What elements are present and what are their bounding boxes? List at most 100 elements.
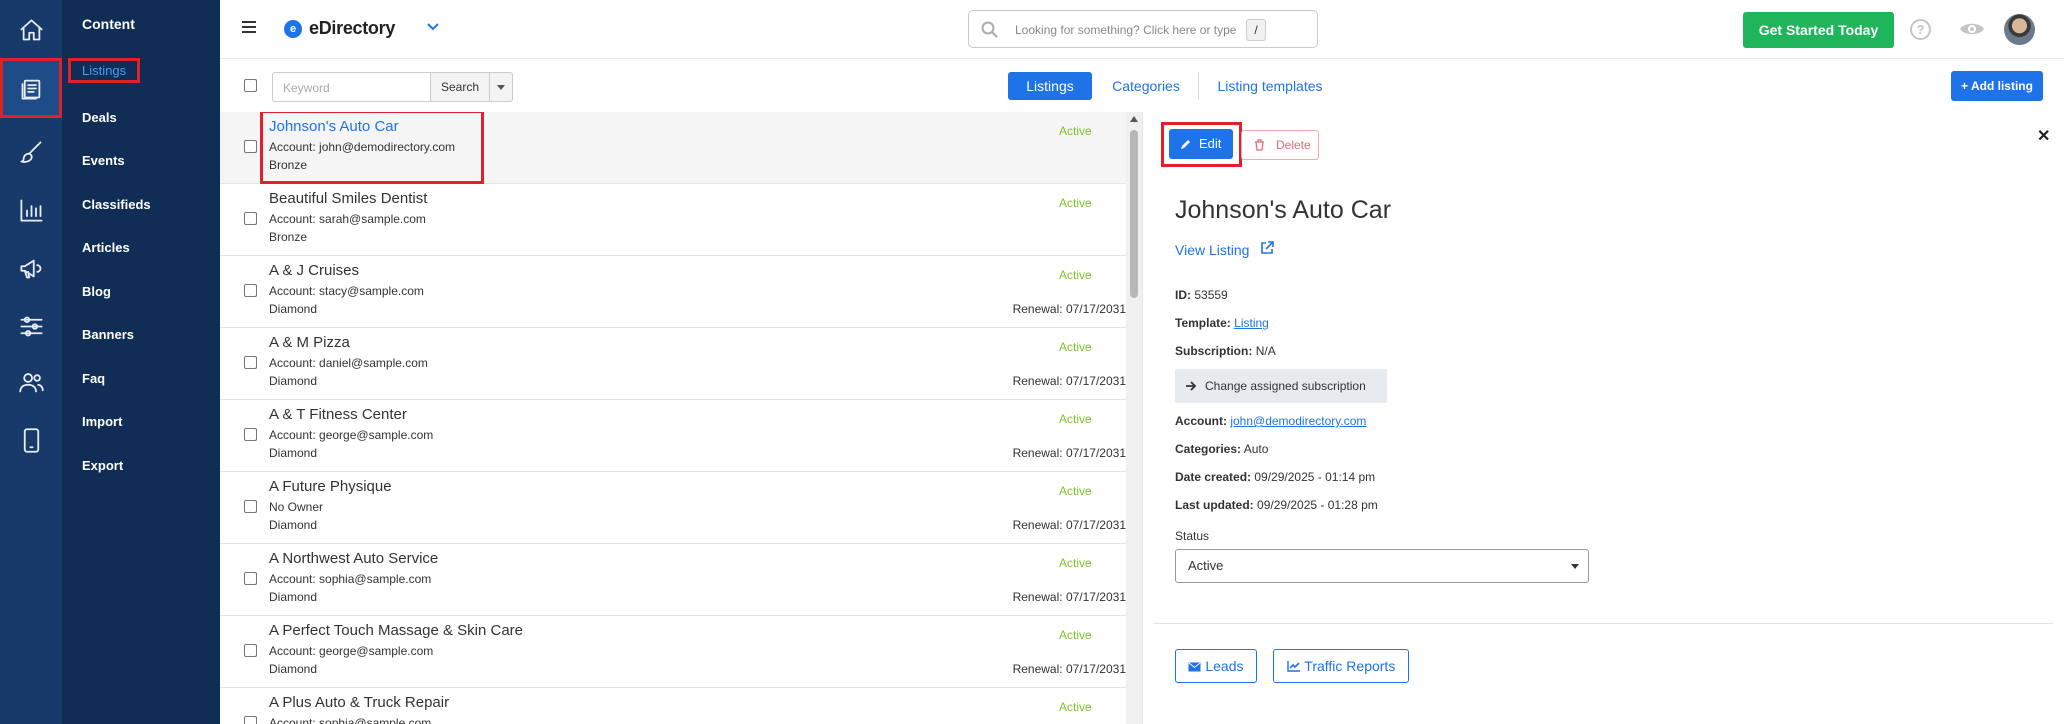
list-toolbar: Keyword Search Listings Categories Listi… — [220, 60, 2064, 112]
menu-icon[interactable] — [242, 21, 256, 33]
sidebar-item-blog[interactable]: Blog — [82, 284, 111, 299]
table-row[interactable]: A & M Pizza Account: daniel@sample.com D… — [220, 328, 1126, 400]
view-listing-link[interactable]: View Listing — [1175, 241, 1274, 258]
row-checkbox[interactable] — [244, 212, 257, 225]
table-row[interactable]: Beautiful Smiles Dentist Account: sarah@… — [220, 184, 1126, 256]
row-checkbox[interactable] — [244, 716, 257, 724]
home-icon[interactable] — [0, 8, 62, 52]
arrow-right-icon — [1186, 381, 1197, 391]
template-link[interactable]: Listing — [1234, 316, 1269, 330]
listing-account: No Owner — [269, 500, 324, 514]
design-icon[interactable] — [0, 130, 62, 174]
listing-name[interactable]: A Future Physique — [269, 478, 392, 495]
categories-label: Categories: — [1175, 442, 1242, 456]
search-dropdown-toggle[interactable] — [489, 72, 513, 102]
table-row[interactable]: A Northwest Auto Service Account: sophia… — [220, 544, 1126, 616]
sidebar-item-events[interactable]: Events — [82, 153, 125, 168]
listing-name[interactable]: A Northwest Auto Service — [269, 550, 438, 567]
avatar[interactable] — [2004, 14, 2035, 45]
leads-button[interactable]: Leads — [1175, 649, 1257, 683]
table-row[interactable]: A Plus Auto & Truck Repair Account: soph… — [220, 688, 1126, 724]
content-icon[interactable] — [0, 58, 62, 118]
search-button[interactable]: Search — [430, 72, 490, 102]
external-link-icon — [1261, 241, 1274, 254]
table-row[interactable]: A & T Fitness Center Account: george@sam… — [220, 400, 1126, 472]
table-row[interactable]: Johnson's Auto Car Account: john@demodir… — [220, 112, 1126, 184]
subscription-label: Subscription: — [1175, 344, 1253, 358]
status-badge: Active — [1059, 628, 1092, 642]
listing-level: Diamond — [269, 590, 318, 604]
listing-level: Bronze — [269, 230, 308, 244]
sidebar-item-deals[interactable]: Deals — [82, 110, 117, 125]
status-select[interactable]: Active — [1175, 549, 1589, 583]
row-checkbox[interactable] — [244, 428, 257, 441]
scroll-thumb[interactable] — [1130, 130, 1138, 298]
row-checkbox[interactable] — [244, 356, 257, 369]
chevron-down-icon — [1571, 564, 1579, 569]
sidebar-item-faq[interactable]: Faq — [82, 371, 105, 386]
select-all-checkbox[interactable] — [244, 79, 257, 92]
traffic-reports-label: Traffic Reports — [1304, 658, 1396, 674]
listing-name[interactable]: A & T Fitness Center — [269, 406, 407, 423]
users-icon[interactable] — [0, 360, 62, 404]
delete-button[interactable]: Delete — [1241, 130, 1319, 160]
global-search[interactable]: Looking for something? Click here or typ… — [968, 10, 1318, 48]
renewal-date: Renewal: 07/17/2031 — [1012, 518, 1126, 532]
mobile-icon[interactable] — [0, 418, 62, 462]
app-logo[interactable]: eDirectory — [309, 18, 395, 39]
divider — [1153, 623, 2053, 624]
table-row[interactable]: A Future Physique No Owner Diamond Activ… — [220, 472, 1126, 544]
scroll-up-arrow[interactable] — [1130, 116, 1138, 122]
listing-account: Account: sophia@sample.com — [269, 716, 432, 724]
last-updated-value: 09/29/2025 - 01:28 pm — [1257, 498, 1378, 512]
listing-name[interactable]: Beautiful Smiles Dentist — [269, 190, 427, 207]
row-checkbox[interactable] — [244, 644, 257, 657]
listing-level: Diamond — [269, 302, 318, 316]
chevron-down-icon[interactable] — [426, 22, 440, 32]
sidebar-item-classifieds[interactable]: Classifieds — [82, 197, 151, 212]
renewal-date: Renewal: 07/17/2031 — [1012, 302, 1126, 316]
sidebar-item-listings[interactable]: Listings — [68, 58, 141, 83]
traffic-reports-button[interactable]: Traffic Reports — [1273, 649, 1409, 683]
account-row: Account: john@demodirectory.com — [1175, 414, 1366, 428]
sidebar-item-export[interactable]: Export — [82, 458, 123, 473]
table-row[interactable]: A & J Cruises Account: stacy@sample.com … — [220, 256, 1126, 328]
keyword-input[interactable]: Keyword — [272, 72, 431, 102]
promote-icon[interactable] — [0, 246, 62, 290]
listing-level: Diamond — [269, 446, 318, 460]
top-bar: e eDirectory Looking for something? Clic… — [220, 0, 2064, 59]
edit-button[interactable]: Edit — [1169, 129, 1233, 159]
sidebar-item-articles[interactable]: Articles — [82, 240, 130, 255]
row-checkbox[interactable] — [244, 572, 257, 585]
list-scrollbar[interactable] — [1126, 112, 1142, 724]
last-updated-label: Last updated: — [1175, 498, 1254, 512]
sidebar-item-import[interactable]: Import — [82, 414, 122, 429]
subscription-value: N/A — [1255, 344, 1276, 358]
tab-categories[interactable]: Categories — [1096, 72, 1196, 100]
listing-name[interactable]: A Plus Auto & Truck Repair — [269, 694, 449, 711]
tab-listing-templates[interactable]: Listing templates — [1206, 72, 1334, 100]
tab-listings[interactable]: Listings — [1008, 72, 1092, 100]
listing-name[interactable]: A Perfect Touch Massage & Skin Care — [269, 622, 523, 639]
add-listing-button[interactable]: + Add listing — [1951, 71, 2043, 101]
sidebar-item-banners[interactable]: Banners — [82, 327, 134, 342]
content-sidebar: Content Listings Deals Events Classified… — [62, 0, 220, 724]
table-row[interactable]: A Perfect Touch Massage & Skin Care Acco… — [220, 616, 1126, 688]
status-badge: Active — [1059, 412, 1092, 426]
eye-icon[interactable] — [1959, 19, 1985, 39]
close-icon[interactable]: ✕ — [2037, 126, 2050, 146]
row-checkbox[interactable] — [244, 284, 257, 297]
row-checkbox[interactable] — [244, 500, 257, 513]
listing-name[interactable]: A & M Pizza — [269, 334, 350, 351]
account-link[interactable]: john@demodirectory.com — [1230, 414, 1366, 428]
reports-icon[interactable] — [0, 188, 62, 232]
settings-icon[interactable] — [0, 304, 62, 348]
id-row: ID: 53559 — [1175, 288, 1228, 302]
line-chart-icon — [1286, 661, 1300, 672]
row-checkbox[interactable] — [244, 140, 257, 153]
help-icon[interactable]: ? — [1910, 19, 1931, 40]
change-subscription-button[interactable]: Change assigned subscription — [1175, 369, 1387, 403]
listing-name[interactable]: A & J Cruises — [269, 262, 359, 279]
get-started-button[interactable]: Get Started Today — [1743, 12, 1894, 48]
listing-level: Diamond — [269, 662, 318, 676]
